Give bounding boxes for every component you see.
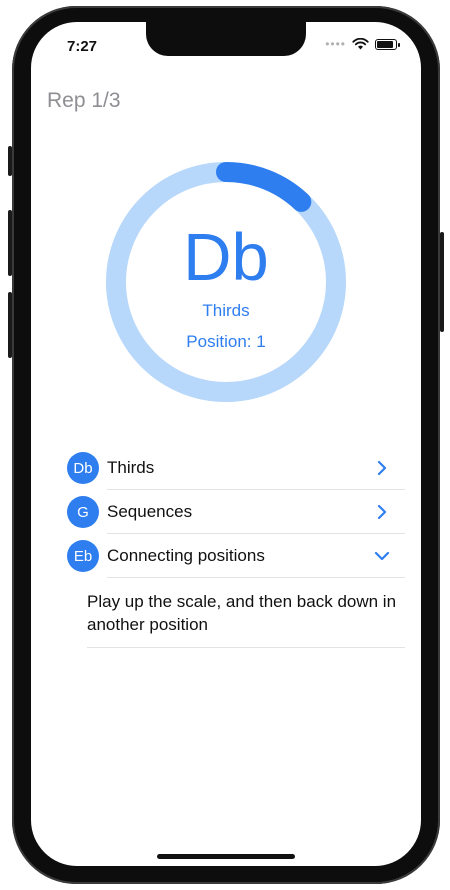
- rep-counter: Rep 1/3: [47, 89, 121, 112]
- key-badge: Db: [67, 452, 99, 484]
- key-badge: G: [67, 496, 99, 528]
- notch: [146, 22, 306, 56]
- wifi-icon: [352, 38, 369, 50]
- power-button[interactable]: [440, 232, 444, 332]
- cellular-dots-icon: ••••: [325, 37, 346, 51]
- current-position: Position: 1: [186, 332, 266, 351]
- list-item-label: Sequences: [107, 502, 193, 521]
- list-item-thirds[interactable]: Db Thirds: [67, 446, 405, 490]
- key-badge: Eb: [67, 540, 99, 572]
- progress-ring: Db Thirds Position: 1: [106, 162, 346, 402]
- current-mode: Thirds: [202, 301, 250, 320]
- status-icons: ••••: [325, 37, 400, 51]
- status-time: 7:27: [67, 38, 98, 55]
- exercise-list: Db Thirds G Sequences Eb Connecting posi…: [67, 446, 405, 648]
- description-text: Play up the scale, and then back down in…: [87, 592, 397, 634]
- battery-icon: [375, 38, 400, 50]
- home-indicator[interactable]: [157, 854, 295, 859]
- chevron-right-icon[interactable]: [373, 459, 391, 477]
- current-key: Db: [183, 220, 269, 295]
- list-item-label: Connecting positions: [107, 546, 265, 565]
- chevron-right-icon[interactable]: [373, 503, 391, 521]
- list-item-sequences[interactable]: G Sequences: [67, 490, 405, 534]
- divider: [87, 647, 405, 648]
- expanded-description: Play up the scale, and then back down in…: [67, 578, 405, 648]
- list-item-label: Thirds: [107, 458, 155, 477]
- chevron-down-icon[interactable]: [373, 547, 391, 565]
- list-item-connecting-positions[interactable]: Eb Connecting positions: [67, 534, 405, 578]
- app-screen: 7:27 •••• Rep 1/3 Db Thirds Position: 1 …: [31, 22, 421, 866]
